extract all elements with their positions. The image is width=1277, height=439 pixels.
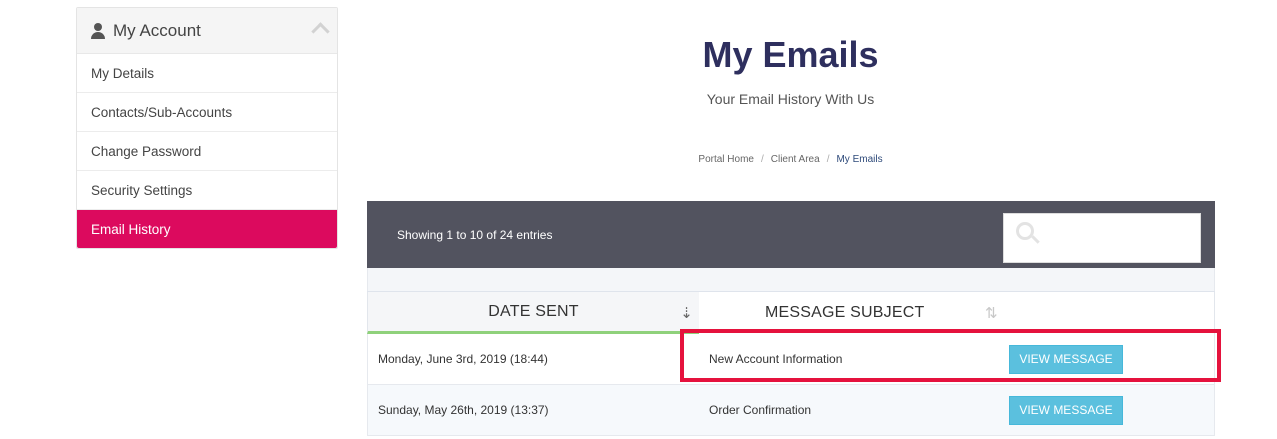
chevron-up-icon[interactable] (311, 22, 330, 41)
breadcrumb-current: My Emails (836, 154, 883, 165)
sidebar-title: My Account (113, 20, 201, 40)
entries-info: Showing 1 to 10 of 24 entries (397, 228, 553, 242)
sidebar-item-security-settings[interactable]: Security Settings (77, 171, 337, 210)
sort-descending-icon[interactable]: ⇣ (680, 304, 693, 322)
page-title: My Emails (702, 34, 879, 75)
breadcrumb-client-area[interactable]: Client Area (771, 154, 820, 165)
sidebar-item-email-history[interactable]: Email History (77, 210, 337, 248)
column-header-actions (999, 292, 1215, 334)
search-icon (1016, 222, 1034, 240)
message-subject-cell: New Account Information (709, 352, 843, 366)
sidebar-item-my-details[interactable]: My Details (77, 54, 337, 93)
table-header: DATE SENT ⇣ MESSAGE SUBJECT ⇅ (367, 291, 1215, 334)
table-row: Sunday, May 26th, 2019 (13:37) Order Con… (367, 385, 1215, 436)
sidebar-item-contacts[interactable]: Contacts/Sub-Accounts (77, 93, 337, 132)
user-icon (91, 22, 105, 39)
view-message-button[interactable]: VIEW MESSAGE (1009, 344, 1123, 374)
page-subtitle: Your Email History With Us (706, 91, 875, 107)
sidebar-item-change-password[interactable]: Change Password (77, 132, 337, 171)
view-message-button[interactable]: VIEW MESSAGE (1009, 395, 1123, 425)
column-header-message-subject[interactable]: MESSAGE SUBJECT ⇅ (699, 292, 999, 334)
date-sent-cell: Monday, June 3rd, 2019 (18:44) (378, 352, 548, 366)
table-row: Monday, June 3rd, 2019 (18:44) New Accou… (367, 334, 1215, 385)
account-sidebar: My Account My Details Contacts/Sub-Accou… (76, 7, 338, 249)
breadcrumb-separator: / (760, 154, 764, 165)
sidebar-header[interactable]: My Account (77, 8, 337, 54)
breadcrumb-portal-home[interactable]: Portal Home (698, 154, 754, 165)
message-subject-cell: Order Confirmation (709, 403, 812, 417)
column-header-date-sent[interactable]: DATE SENT ⇣ (367, 292, 699, 334)
email-table-panel: Showing 1 to 10 of 24 entries DATE SENT … (367, 201, 1215, 439)
breadcrumb: Portal Home / Client Area / My Emails (366, 154, 1215, 165)
table-toolbar: Showing 1 to 10 of 24 entries (367, 201, 1215, 268)
breadcrumb-separator: / (826, 154, 830, 165)
column-header-label: DATE SENT (488, 302, 579, 320)
date-sent-cell: Sunday, May 26th, 2019 (13:37) (378, 403, 549, 417)
table-spacer (367, 268, 1215, 291)
search-input[interactable] (1003, 213, 1201, 263)
column-header-label: MESSAGE SUBJECT (765, 304, 925, 321)
sort-icon[interactable]: ⇅ (985, 304, 998, 322)
